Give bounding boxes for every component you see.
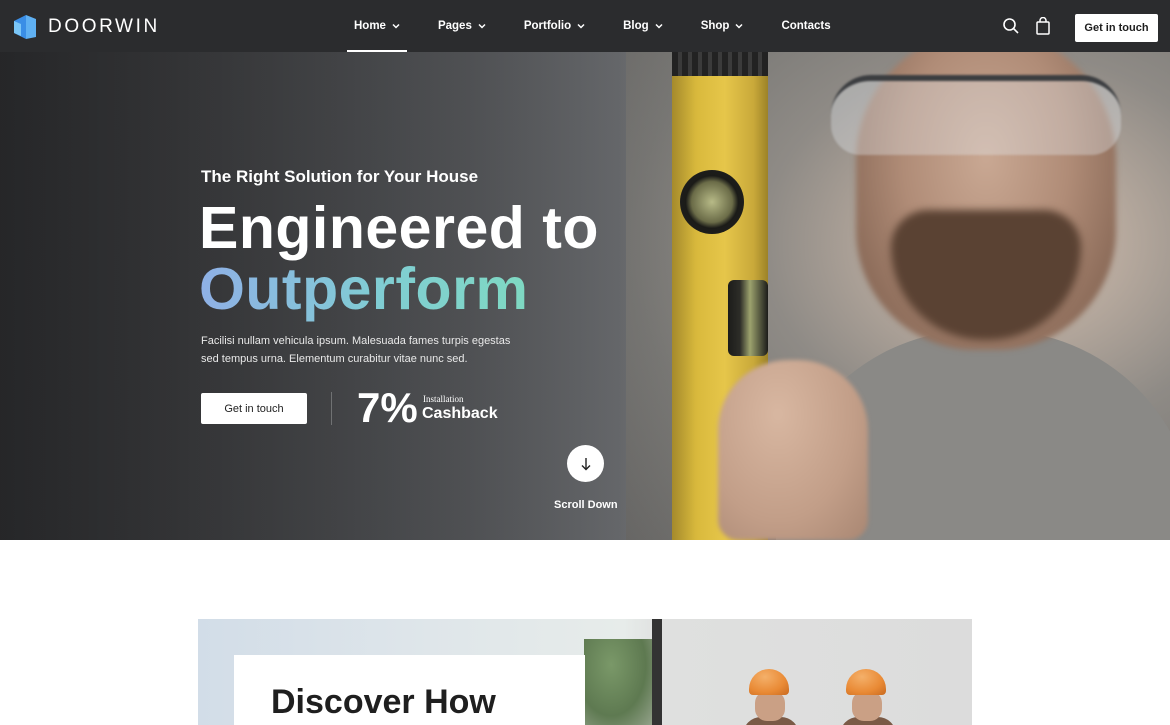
hero-headline-line1: Engineered to bbox=[199, 195, 599, 261]
search-icon[interactable] bbox=[1002, 17, 1020, 35]
chevron-down-icon bbox=[735, 23, 743, 29]
nav-item-pages[interactable]: Pages bbox=[422, 0, 502, 52]
nav-icon-group bbox=[1002, 17, 1052, 35]
hero-get-in-touch-button[interactable]: Get in touch bbox=[201, 393, 307, 424]
main-nav: Home Pages Portfolio Blog Shop Contacts bbox=[338, 0, 853, 52]
shopping-bag-icon[interactable] bbox=[1034, 17, 1052, 35]
chevron-down-icon bbox=[478, 23, 486, 29]
nav-item-shop[interactable]: Shop bbox=[685, 0, 760, 52]
brand-name: DOORWIN bbox=[48, 16, 160, 37]
chevron-down-icon bbox=[577, 23, 585, 29]
hard-hat-icon bbox=[846, 669, 886, 695]
scroll-down-label: Scroll Down bbox=[554, 499, 618, 511]
nav-item-blog[interactable]: Blog bbox=[607, 0, 679, 52]
cashback-percent: 7% bbox=[357, 384, 418, 431]
worker-figure bbox=[743, 669, 809, 725]
hero-description: Facilisi nullam vehicula ipsum. Malesuad… bbox=[201, 335, 511, 365]
cashback-caption-big: Cashback bbox=[422, 405, 498, 422]
top-navbar: DOORWIN Home Pages Portfolio Blog Shop C… bbox=[0, 0, 1170, 52]
logo-mark-icon bbox=[14, 15, 36, 39]
nav-item-home[interactable]: Home bbox=[338, 0, 416, 52]
arrow-down-icon bbox=[581, 457, 590, 470]
chevron-down-icon bbox=[655, 23, 663, 29]
header-get-in-touch-button[interactable]: Get in touch bbox=[1075, 14, 1158, 42]
scroll-down-button[interactable] bbox=[567, 445, 604, 482]
cashback-caption-small: Installation bbox=[423, 394, 464, 404]
nav-item-contacts[interactable]: Contacts bbox=[765, 0, 846, 52]
hard-hat-icon bbox=[749, 669, 789, 695]
nav-item-portfolio[interactable]: Portfolio bbox=[508, 0, 601, 52]
section-title: Discover How bbox=[271, 683, 496, 721]
hero-headline-line2: Outperform bbox=[199, 256, 529, 322]
brand-logo-link[interactable]: DOORWIN bbox=[12, 13, 160, 41]
hero-tagline: The Right Solution for Your House bbox=[201, 167, 479, 186]
worker-figure bbox=[840, 669, 906, 725]
divider bbox=[331, 392, 332, 425]
chevron-down-icon bbox=[392, 23, 400, 29]
